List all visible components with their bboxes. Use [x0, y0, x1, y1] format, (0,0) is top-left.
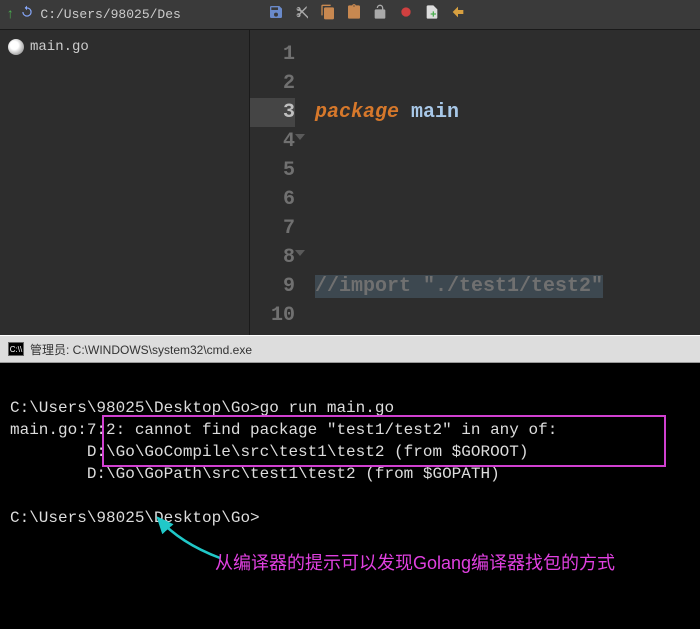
go-file-icon: [8, 39, 24, 55]
code-content: package main //import "./test1/test2" im…: [305, 30, 603, 335]
file-item-main-go[interactable]: main.go: [0, 36, 249, 58]
cut-icon[interactable]: [294, 4, 310, 20]
unlock-icon[interactable]: [372, 4, 388, 20]
line-gutter: 1 2 3 4 5 6 7 8 9 10: [250, 30, 305, 335]
icon-bar: [268, 4, 466, 20]
up-nav-icon[interactable]: ↑: [6, 7, 14, 23]
run-icon[interactable]: [450, 4, 466, 20]
terminal-title: 管理员: C:\WINDOWS\system32\cmd.exe: [30, 341, 252, 358]
terminal-titlebar[interactable]: C:\\ 管理员: C:\WINDOWS\system32\cmd.exe: [0, 335, 700, 363]
term-line: D:\Go\GoCompile\src\test1\test2 (from $G…: [10, 443, 528, 461]
file-label: main.go: [30, 39, 89, 55]
term-line: main.go:7:2: cannot find package "test1/…: [10, 421, 557, 439]
annotation-text: 从编译器的提示可以发现Golang编译器找包的方式: [215, 552, 615, 574]
record-icon[interactable]: [398, 4, 414, 20]
sidebar: main.go: [0, 30, 250, 335]
path-text[interactable]: C:/Users/98025/Des: [40, 7, 180, 22]
editor-pane: ↑ C:/Users/98025/Des main.go 1: [0, 0, 700, 335]
code-editor[interactable]: 1 2 3 4 5 6 7 8 9 10 package main //impo…: [250, 30, 700, 335]
term-line: C:\Users\98025\Desktop\Go>go run main.go: [10, 399, 394, 417]
copy-icon[interactable]: [320, 4, 336, 20]
editor-body: main.go 1 2 3 4 5 6 7 8 9 10 package mai…: [0, 30, 700, 335]
toolbar: ↑ C:/Users/98025/Des: [0, 0, 700, 30]
term-line: C:\Users\98025\Desktop\Go>: [10, 509, 260, 527]
term-line: D:\Go\GoPath\src\test1\test2 (from $GOPA…: [10, 465, 500, 483]
terminal-pane: C:\\ 管理员: C:\WINDOWS\system32\cmd.exe C:…: [0, 335, 700, 574]
save-icon[interactable]: [268, 4, 284, 20]
terminal-body[interactable]: C:\Users\98025\Desktop\Go>go run main.go…: [0, 363, 700, 629]
paste-icon[interactable]: [346, 4, 362, 20]
cmd-icon: C:\\: [8, 342, 24, 356]
refresh-icon[interactable]: [20, 5, 34, 24]
new-file-icon[interactable]: [424, 4, 440, 20]
path-section: ↑ C:/Users/98025/Des: [0, 5, 187, 24]
